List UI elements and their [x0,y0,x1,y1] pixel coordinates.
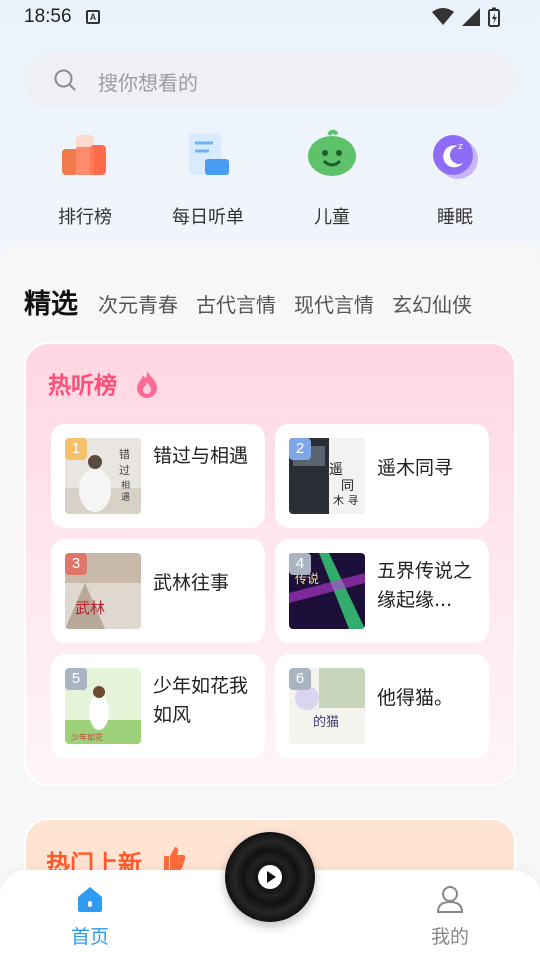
quick-label: 每日听单 [172,207,244,228]
book-title: 少年如花我如风 [153,675,249,726]
status-time: 18:56 [24,6,72,27]
svg-text:遇: 遇 [121,492,130,503]
book-card[interactable]: 传说 4 五界传说之缘起缘... [275,539,489,643]
tab-modern-romance[interactable]: 现代言情 [294,290,374,320]
svg-text:同: 同 [341,479,354,494]
book-title: 错过与相遇 [153,445,249,467]
thumbs-up-icon [164,847,186,870]
svg-text:z: z [458,142,463,152]
battery-icon [488,7,500,27]
keyboard-indicator-icon: A [86,10,100,24]
book-cover: 传说 4 [289,553,365,629]
quick-entries: 排行榜 每日听单 儿童 z 睡眠 [0,125,540,235]
book-cover: 少年如花 5 [65,668,141,744]
nav-home[interactable]: 首页 [60,884,120,949]
quick-ranking[interactable]: 排行榜 [35,125,135,229]
play-icon [258,865,282,889]
daily-list-icon [175,125,241,191]
search-icon [54,69,76,91]
search-input[interactable]: 搜你想看的 [24,52,516,108]
rank-badge: 6 [289,668,311,690]
rank-badge: 3 [65,553,87,575]
hot-list-title: 热听榜 [48,373,117,399]
wifi-icon [432,8,454,25]
quick-kids[interactable]: 儿童 [282,125,382,229]
status-bar: 18:56 A [0,0,540,36]
status-icons [432,7,500,27]
book-card[interactable]: 武林 3 武林往事 [51,539,265,643]
book-card[interactable]: 的猫 6 他得猫。 [275,654,489,758]
rank-badge: 4 [289,553,311,575]
svg-text:遥: 遥 [329,462,343,478]
nav-mine-label: 我的 [430,926,469,948]
book-cover: 武林 3 [65,553,141,629]
rank-badge: 2 [289,438,311,460]
quick-label: 儿童 [314,207,350,228]
hot-list-card: 热听榜 错 过 相 遇 1 错过与相遇 遥 同 木 寻 2 遥木同寻 武林 3 … [24,342,516,786]
ranking-icon [52,125,118,191]
book-card[interactable]: 错 过 相 遇 1 错过与相遇 [51,424,265,528]
book-title: 五界传说之缘起缘... [377,560,473,611]
tab-youth[interactable]: 次元青春 [98,290,178,320]
signal-icon [462,8,480,26]
svg-text:少年如花: 少年如花 [71,732,103,742]
svg-text:的猫: 的猫 [313,714,339,730]
svg-text:木 寻: 木 寻 [333,494,359,507]
tab-featured[interactable]: 精选 [24,290,78,320]
sleep-icon: z [422,125,488,191]
svg-text:相: 相 [121,479,130,491]
category-tabs: 精选 次元青春 古代言情 现代言情 玄幻仙侠 [24,280,490,320]
book-title: 他得猫。 [377,687,454,709]
rank-badge: 1 [65,438,87,460]
flame-icon [137,371,157,398]
rank-badge: 5 [65,668,87,690]
user-icon [436,886,464,913]
book-cover: 遥 同 木 寻 2 [289,438,365,514]
book-card[interactable]: 少年如花 5 少年如花我如风 [51,654,265,758]
home-icon [78,887,102,912]
tab-ancient-romance[interactable]: 古代言情 [196,290,276,320]
search-placeholder: 搜你想看的 [98,71,198,95]
book-title: 遥木同寻 [377,457,454,479]
svg-text:武林: 武林 [75,599,105,617]
nav-mine[interactable]: 我的 [420,884,480,949]
book-title: 武林往事 [153,572,230,594]
player-disc-button[interactable] [225,832,315,922]
tab-fantasy[interactable]: 玄幻仙侠 [392,290,472,320]
book-card[interactable]: 遥 同 木 寻 2 遥木同寻 [275,424,489,528]
book-cover: 错 过 相 遇 1 [65,438,141,514]
quick-label: 排行榜 [58,207,112,228]
nav-home-label: 首页 [70,926,109,948]
svg-text:错: 错 [119,447,130,461]
quick-daily-list[interactable]: 每日听单 [158,125,258,229]
quick-label: 睡眠 [437,207,473,228]
book-cover: 的猫 6 [289,668,365,744]
svg-text:过: 过 [119,464,130,477]
quick-sleep[interactable]: z 睡眠 [405,125,505,229]
kids-icon [299,125,365,191]
